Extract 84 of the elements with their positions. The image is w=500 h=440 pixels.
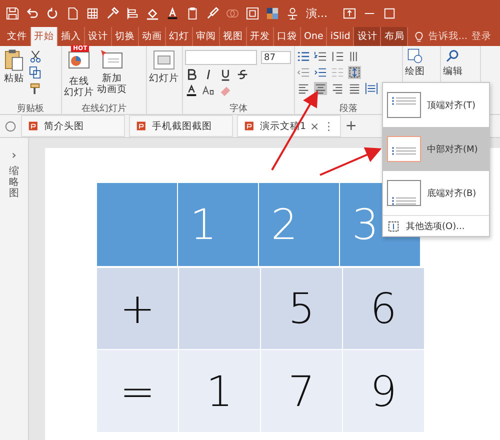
online-slides-button[interactable]: 在线 幻灯片 bbox=[64, 77, 94, 99]
font-size-field[interactable]: 87 bbox=[261, 51, 291, 64]
maximize-icon[interactable] bbox=[382, 7, 396, 20]
table-cell: 9 bbox=[343, 349, 425, 432]
group-label: 在线幻灯片 bbox=[80, 102, 128, 114]
align-text-button[interactable] bbox=[348, 66, 361, 79]
table-cell: 6 bbox=[343, 266, 425, 349]
shapes-icon[interactable] bbox=[406, 47, 424, 65]
distribute-icon[interactable] bbox=[365, 82, 378, 95]
font-color-icon[interactable] bbox=[166, 7, 179, 20]
grid-icon[interactable] bbox=[86, 7, 99, 20]
paste-button[interactable]: 粘贴 bbox=[4, 74, 24, 85]
new-animation-page-button[interactable]: 新加 动画页 bbox=[97, 74, 127, 96]
drawing-button[interactable]: 绘图 bbox=[405, 67, 425, 78]
tab-title: 简介头图 bbox=[44, 120, 84, 132]
bold-icon[interactable] bbox=[185, 68, 198, 81]
align-text-icon bbox=[387, 220, 400, 232]
more-options-item[interactable]: 其他选项(O)... bbox=[383, 215, 489, 236]
text-align-preview-icon bbox=[387, 92, 421, 118]
ribbon-tab[interactable]: 开始 bbox=[31, 27, 58, 46]
tab-title: 手机截图截图 bbox=[152, 120, 212, 132]
slide-layout-icon[interactable] bbox=[152, 48, 176, 72]
group-label: 剪贴板 bbox=[16, 102, 45, 114]
table-cell: = bbox=[97, 349, 179, 432]
pane-label: 缩略图 bbox=[9, 166, 19, 199]
lightbulb-icon bbox=[414, 30, 424, 42]
sign-in-link[interactable]: 登录 bbox=[471, 30, 492, 43]
fill-bucket-icon[interactable] bbox=[146, 7, 159, 20]
powerpoint-icon bbox=[136, 120, 148, 132]
numbered-list-icon[interactable] bbox=[314, 50, 327, 63]
editing-button[interactable]: 编辑 bbox=[443, 67, 463, 78]
slides-button[interactable]: 幻灯片 bbox=[149, 74, 179, 85]
increase-indent-icon[interactable] bbox=[314, 66, 327, 79]
table-cell: 2 bbox=[259, 183, 340, 266]
expand-button[interactable]: › bbox=[12, 148, 16, 162]
align-icon[interactable] bbox=[126, 7, 139, 20]
document-tab[interactable]: 手机截图截图 bbox=[129, 115, 233, 137]
table-cell: 7 bbox=[261, 349, 343, 432]
page-icon[interactable] bbox=[66, 7, 79, 20]
clipboard-icon[interactable] bbox=[186, 7, 199, 20]
ribbon-tab[interactable]: 设计 bbox=[354, 27, 382, 46]
strikethrough-icon[interactable] bbox=[236, 68, 249, 81]
change-case-icon[interactable] bbox=[202, 84, 215, 97]
group-label: 字体 bbox=[228, 102, 248, 114]
close-tab-button[interactable]: × bbox=[310, 120, 320, 132]
ribbon-display-icon[interactable] bbox=[342, 7, 356, 20]
underline-icon[interactable] bbox=[219, 68, 232, 81]
font-color-icon[interactable] bbox=[185, 84, 198, 97]
line-spacing-icon[interactable] bbox=[331, 50, 344, 63]
align-button[interactable] bbox=[348, 82, 361, 95]
copy-icon[interactable] bbox=[29, 66, 42, 79]
powerpoint-icon bbox=[28, 120, 40, 132]
table-cell: 1 bbox=[179, 349, 261, 432]
align-button[interactable] bbox=[314, 82, 327, 95]
more-button[interactable]: ⋮ bbox=[323, 120, 334, 132]
text-align-preview-icon bbox=[387, 136, 421, 162]
tell-me-field[interactable]: 告诉我... bbox=[428, 30, 468, 43]
document-tab[interactable]: 简介头图 bbox=[21, 115, 125, 137]
format-painter-icon[interactable] bbox=[29, 82, 42, 95]
powerpoint-icon bbox=[244, 120, 256, 132]
table-cell: 1 bbox=[178, 183, 259, 266]
brush-icon[interactable] bbox=[206, 7, 219, 20]
clipboard-icon[interactable] bbox=[2, 48, 26, 72]
color-swatch-icon[interactable] bbox=[266, 7, 279, 20]
bullet-list-icon[interactable] bbox=[297, 50, 310, 63]
document-icon[interactable] bbox=[4, 120, 17, 132]
ribbon-tab[interactable]: 布局 bbox=[381, 27, 408, 46]
window-title: 演... bbox=[306, 6, 328, 21]
menu-item[interactable]: 顶端对齐(T) bbox=[383, 83, 489, 127]
table-cell: 5 bbox=[261, 266, 343, 349]
crop-icon[interactable] bbox=[246, 7, 259, 20]
annotation-arrow bbox=[320, 147, 382, 176]
font-name-field[interactable] bbox=[185, 50, 257, 65]
align-button[interactable] bbox=[331, 82, 344, 95]
text-align-preview-icon bbox=[387, 180, 421, 206]
group-label: 段落 bbox=[338, 102, 358, 114]
table-cell: + bbox=[97, 266, 179, 349]
scissors-icon[interactable] bbox=[29, 50, 42, 63]
undo-icon[interactable] bbox=[26, 7, 39, 20]
align-button[interactable] bbox=[297, 82, 310, 95]
redo-icon[interactable] bbox=[46, 7, 59, 20]
add-tab-button[interactable]: + bbox=[345, 118, 357, 134]
menu-item[interactable]: 中部对齐(M) bbox=[383, 127, 489, 171]
save-icon[interactable] bbox=[6, 7, 19, 20]
